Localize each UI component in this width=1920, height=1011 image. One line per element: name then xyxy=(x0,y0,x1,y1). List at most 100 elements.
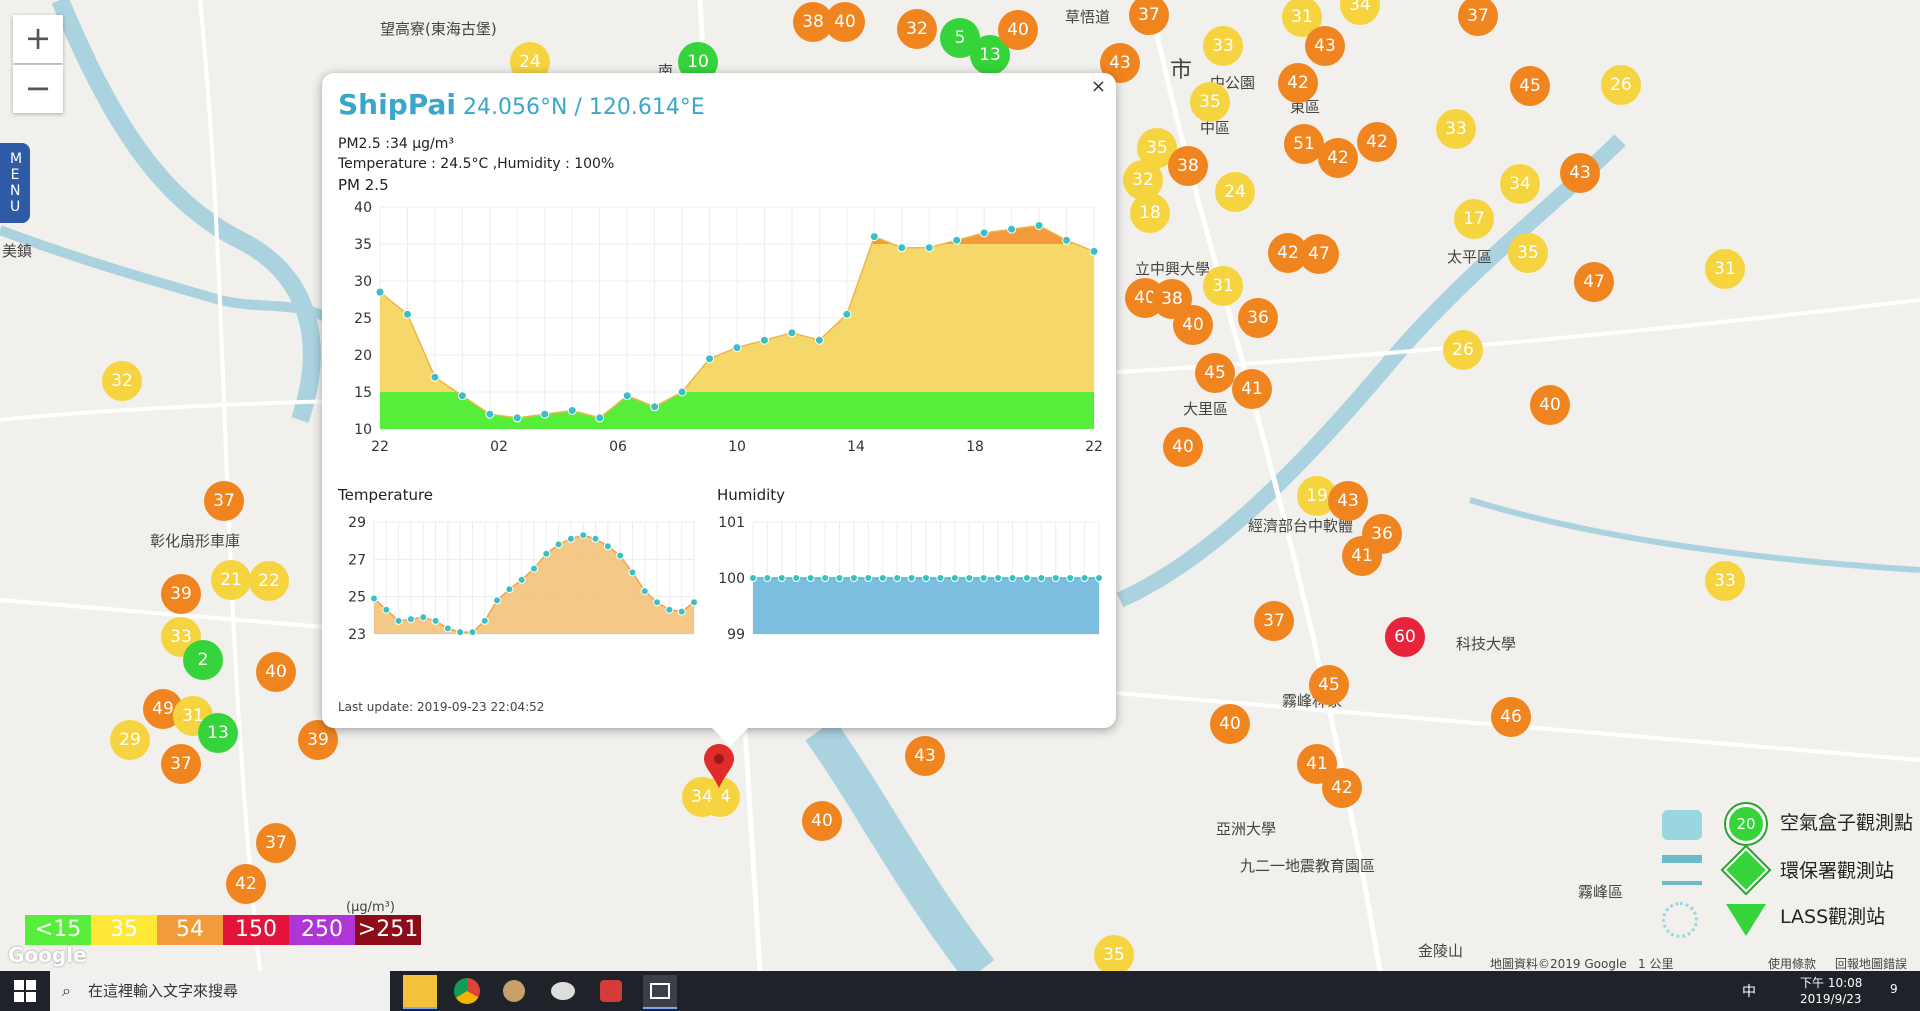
pm25-marker[interactable]: 42 xyxy=(1318,138,1358,178)
pm25-marker[interactable]: 31 xyxy=(1705,249,1745,289)
pm25-marker[interactable]: 33 xyxy=(1203,26,1243,66)
station-coordinates: 24.056°N / 120.614°E xyxy=(463,95,705,120)
data-point xyxy=(457,391,467,401)
pm25-marker[interactable]: 45 xyxy=(1309,665,1349,705)
pm25-marker[interactable]: 41 xyxy=(1232,369,1272,409)
pm25-marker[interactable]: 18 xyxy=(1130,193,1170,233)
clock-date[interactable]: 2019/9/23 xyxy=(1800,992,1862,1006)
pm25-marker[interactable]: 33 xyxy=(1436,109,1476,149)
pm25-marker[interactable]: 32 xyxy=(897,9,937,49)
pm25-marker[interactable]: 37 xyxy=(204,481,244,521)
data-point xyxy=(893,574,902,582)
pm25-marker[interactable]: 40 xyxy=(825,2,865,42)
file-explorer-icon[interactable] xyxy=(403,975,437,1009)
data-point xyxy=(640,587,649,596)
map-attribution: 地圖資料©2019 Google xyxy=(1490,957,1627,971)
taskbar-search[interactable]: ⌕ 在這裡輸入文字來搜尋 xyxy=(50,971,390,1011)
y-tick-label: 99 xyxy=(727,627,745,643)
pm25-marker[interactable]: 24 xyxy=(1215,172,1255,212)
pm25-marker[interactable]: 40 xyxy=(1530,385,1570,425)
pm25-marker[interactable]: 31 xyxy=(1203,266,1243,306)
data-point xyxy=(443,624,452,633)
x-tick-label: 18 xyxy=(966,439,984,455)
data-point xyxy=(505,585,514,594)
pm25-marker[interactable]: 40 xyxy=(1163,427,1203,467)
pm25-marker[interactable]: 37 xyxy=(161,744,201,784)
data-point xyxy=(924,243,934,253)
notification-count[interactable]: 9 xyxy=(1890,982,1898,996)
data-point xyxy=(591,534,600,543)
pm25-marker[interactable]: 46 xyxy=(1491,697,1531,737)
data-point xyxy=(1051,574,1060,582)
pm25-marker[interactable]: 35 xyxy=(1094,935,1134,971)
terms-link[interactable]: 使用條款 xyxy=(1768,955,1816,971)
pm25-marker[interactable]: 39 xyxy=(161,574,201,614)
pm25-marker[interactable]: 42 xyxy=(226,864,266,904)
pm25-marker[interactable]: 26 xyxy=(1601,65,1641,105)
pm25-marker[interactable]: 36 xyxy=(1238,298,1278,338)
zoom-in-button[interactable]: + xyxy=(13,15,63,63)
pm25-marker[interactable]: 37 xyxy=(1254,601,1294,641)
app-icon[interactable] xyxy=(497,975,531,1007)
data-point xyxy=(579,531,588,540)
pm25-marker[interactable]: 45 xyxy=(1510,66,1550,106)
pm25-marker[interactable]: 32 xyxy=(102,361,142,401)
x-tick-label: 02 xyxy=(490,439,508,455)
pm25-marker[interactable]: 37 xyxy=(256,823,296,863)
paint-icon[interactable] xyxy=(546,975,580,1007)
location-pin-icon[interactable] xyxy=(702,743,736,789)
place-label: 亞洲大學 xyxy=(1216,820,1277,838)
pm25-marker[interactable]: 17 xyxy=(1454,199,1494,239)
pm25-marker[interactable]: 41 xyxy=(1342,536,1382,576)
clock-time[interactable]: 下午 10:08 xyxy=(1800,974,1862,991)
pm25-marker[interactable]: 40 xyxy=(1173,305,1213,345)
pm25-marker[interactable]: 43 xyxy=(1560,153,1600,193)
pm25-marker[interactable]: 42 xyxy=(1322,768,1362,808)
pm25-marker[interactable]: 26 xyxy=(1443,330,1483,370)
pm25-marker[interactable]: 2 xyxy=(183,640,223,680)
legend-marker: 20 xyxy=(1726,804,1766,844)
pm25-marker[interactable]: 43 xyxy=(1328,481,1368,521)
y-tick-label: 20 xyxy=(354,348,372,364)
ime-indicator[interactable]: 中 xyxy=(1742,981,1756,1001)
pm25-marker[interactable]: 42 xyxy=(1278,63,1318,103)
humidity-chart: 99 100 101 xyxy=(718,515,1103,643)
data-point xyxy=(394,616,403,625)
photos-icon[interactable] xyxy=(643,975,677,1009)
pm25-marker[interactable]: 60 xyxy=(1385,617,1425,657)
pm25-marker[interactable]: 40 xyxy=(1210,704,1250,744)
data-point xyxy=(965,574,974,582)
map[interactable]: 望高寮(東海古堡) 南 美鎮 草悟道 東區 太平區 大里區 霧峰區 亞洲大學 九… xyxy=(0,0,1920,971)
report-link[interactable]: 回報地圖錯誤 xyxy=(1835,955,1907,971)
pm25-marker[interactable]: 29 xyxy=(110,720,150,760)
pm25-marker[interactable]: 33 xyxy=(1705,561,1745,601)
pm25-marker[interactable]: 47 xyxy=(1299,234,1339,274)
windows-start-icon[interactable] xyxy=(13,979,37,1003)
pm25-marker[interactable]: 47 xyxy=(1574,262,1614,302)
pm25-marker[interactable]: 40 xyxy=(998,10,1038,50)
pm25-marker[interactable]: 35 xyxy=(1190,82,1230,122)
pm25-marker[interactable]: 43 xyxy=(1305,26,1345,66)
pm25-marker[interactable]: 22 xyxy=(249,561,289,601)
pm25-marker[interactable]: 38 xyxy=(1168,146,1208,186)
data-point xyxy=(952,235,962,245)
pm25-marker[interactable]: 40 xyxy=(802,801,842,841)
zoom-out-button[interactable]: − xyxy=(13,65,63,113)
menu-button[interactable]: MENU xyxy=(0,143,30,223)
close-icon[interactable]: × xyxy=(1091,76,1106,97)
chrome-icon[interactable] xyxy=(450,975,484,1007)
pm25-marker[interactable]: 43 xyxy=(905,736,945,776)
pm25-marker[interactable]: 34 xyxy=(1500,164,1540,204)
pm25-marker[interactable]: 35 xyxy=(1508,233,1548,273)
data-point xyxy=(530,564,538,573)
pm25-marker[interactable]: 42 xyxy=(1357,122,1397,162)
pm25-marker[interactable]: 45 xyxy=(1195,353,1235,393)
place-label: 美鎮 xyxy=(2,242,33,260)
pm25-marker[interactable]: 21 xyxy=(211,560,251,600)
data-point xyxy=(1062,235,1072,245)
data-point xyxy=(814,335,824,345)
pm25-marker[interactable]: 13 xyxy=(198,713,238,753)
app-red-icon[interactable] xyxy=(594,975,628,1007)
pm25-marker[interactable]: 40 xyxy=(256,652,296,692)
x-tick-label: 06 xyxy=(609,439,627,455)
